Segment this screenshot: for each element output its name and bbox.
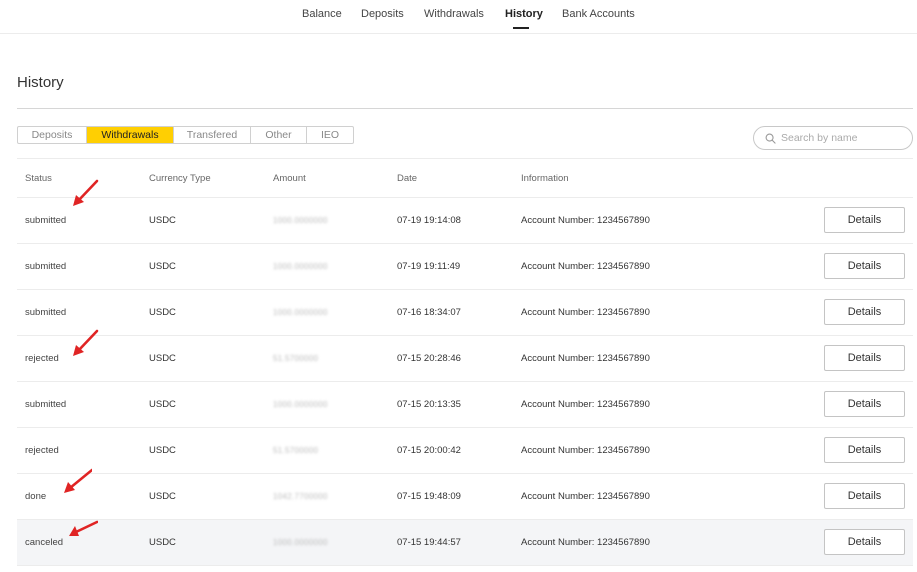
status-cell: submitted <box>25 307 67 318</box>
search-box <box>753 126 913 150</box>
information-cell: Account Number: 1234567890 <box>521 353 650 364</box>
status-cell: done <box>25 491 47 502</box>
information-cell: Account Number: 1234567890 <box>521 215 650 226</box>
history-table: Status Currency Type Amount Date Informa… <box>17 158 913 566</box>
header-amount: Amount <box>273 173 306 184</box>
date-cell: 07-16 18:34:07 <box>397 307 461 318</box>
tab-ieo[interactable]: IEO <box>307 127 353 143</box>
details-button[interactable]: Details <box>824 483 905 509</box>
date-cell: 07-15 19:44:57 <box>397 537 461 548</box>
date-cell: 07-19 19:11:49 <box>397 261 461 272</box>
details-button[interactable]: Details <box>824 437 905 463</box>
history-type-tabs: Deposits Withdrawals Transfered Other IE… <box>17 126 354 144</box>
information-cell: Account Number: 1234567890 <box>521 537 650 548</box>
information-cell: Account Number: 1234567890 <box>521 491 650 502</box>
currency-cell: USDC <box>149 537 176 548</box>
nav-active-underline <box>513 27 529 29</box>
status-cell: submitted <box>25 399 67 410</box>
nav-bank-accounts[interactable]: Bank Accounts <box>562 8 635 20</box>
header-currency: Currency Type <box>149 173 211 184</box>
information-cell: Account Number: 1234567890 <box>521 445 650 456</box>
amount-cell: 1000.0000000 <box>273 308 328 317</box>
tab-withdrawals[interactable]: Withdrawals <box>87 127 174 143</box>
header-information: Information <box>521 173 569 184</box>
table-row: done USDC 1042.7700000 07-15 19:48:09 Ac… <box>17 474 913 520</box>
information-cell: Account Number: 1234567890 <box>521 307 650 318</box>
currency-cell: USDC <box>149 353 176 364</box>
title-divider <box>17 108 913 109</box>
table-row: canceled USDC 1000.0000000 07-15 19:44:5… <box>17 520 913 566</box>
currency-cell: USDC <box>149 215 176 226</box>
amount-cell: 51.5700000 <box>273 446 319 455</box>
table-row: submitted USDC 1000.0000000 07-19 19:11:… <box>17 244 913 290</box>
amount-cell: 1000.0000000 <box>273 216 328 225</box>
table-row: submitted USDC 1000.0000000 07-15 20:13:… <box>17 382 913 428</box>
details-button[interactable]: Details <box>824 299 905 325</box>
header-date: Date <box>397 173 418 184</box>
status-cell: submitted <box>25 261 67 272</box>
status-cell: canceled <box>25 537 64 548</box>
header-status: Status <box>25 173 52 184</box>
details-button[interactable]: Details <box>824 529 905 555</box>
date-cell: 07-19 19:14:08 <box>397 215 461 226</box>
table-row: submitted USDC 1000.0000000 07-19 19:14:… <box>17 198 913 244</box>
details-button[interactable]: Details <box>824 391 905 417</box>
amount-cell: 1000.0000000 <box>273 262 328 271</box>
search-icon <box>765 133 776 144</box>
tab-transfered[interactable]: Transfered <box>174 127 251 143</box>
details-button[interactable]: Details <box>824 207 905 233</box>
information-cell: Account Number: 1234567890 <box>521 261 650 272</box>
top-nav: Balance Deposits Withdrawals History Ban… <box>0 0 917 34</box>
information-cell: Account Number: 1234567890 <box>521 399 650 410</box>
amount-cell: 1000.0000000 <box>273 538 328 547</box>
table-row: rejected USDC 51.5700000 07-15 20:28:46 … <box>17 336 913 382</box>
table-row: rejected USDC 51.5700000 07-15 20:00:42 … <box>17 428 913 474</box>
search-input[interactable] <box>781 129 905 147</box>
status-cell: submitted <box>25 215 67 226</box>
tab-deposits[interactable]: Deposits <box>18 127 87 143</box>
status-cell: rejected <box>25 353 59 364</box>
date-cell: 07-15 20:28:46 <box>397 353 461 364</box>
date-cell: 07-15 20:00:42 <box>397 445 461 456</box>
status-cell: rejected <box>25 445 59 456</box>
currency-cell: USDC <box>149 445 176 456</box>
amount-cell: 1000.0000000 <box>273 400 328 409</box>
nav-balance[interactable]: Balance <box>302 8 342 20</box>
table-header: Status Currency Type Amount Date Informa… <box>17 158 913 198</box>
details-button[interactable]: Details <box>824 253 905 279</box>
table-row: submitted USDC 1000.0000000 07-16 18:34:… <box>17 290 913 336</box>
currency-cell: USDC <box>149 307 176 318</box>
currency-cell: USDC <box>149 261 176 272</box>
nav-deposits[interactable]: Deposits <box>361 8 404 20</box>
page-title: History <box>17 74 64 91</box>
date-cell: 07-15 20:13:35 <box>397 399 461 410</box>
amount-cell: 1042.7700000 <box>273 492 328 501</box>
tab-other[interactable]: Other <box>251 127 307 143</box>
currency-cell: USDC <box>149 491 176 502</box>
nav-history[interactable]: History <box>505 8 543 20</box>
date-cell: 07-15 19:48:09 <box>397 491 461 502</box>
currency-cell: USDC <box>149 399 176 410</box>
amount-cell: 51.5700000 <box>273 354 319 363</box>
details-button[interactable]: Details <box>824 345 905 371</box>
nav-withdrawals[interactable]: Withdrawals <box>424 8 484 20</box>
